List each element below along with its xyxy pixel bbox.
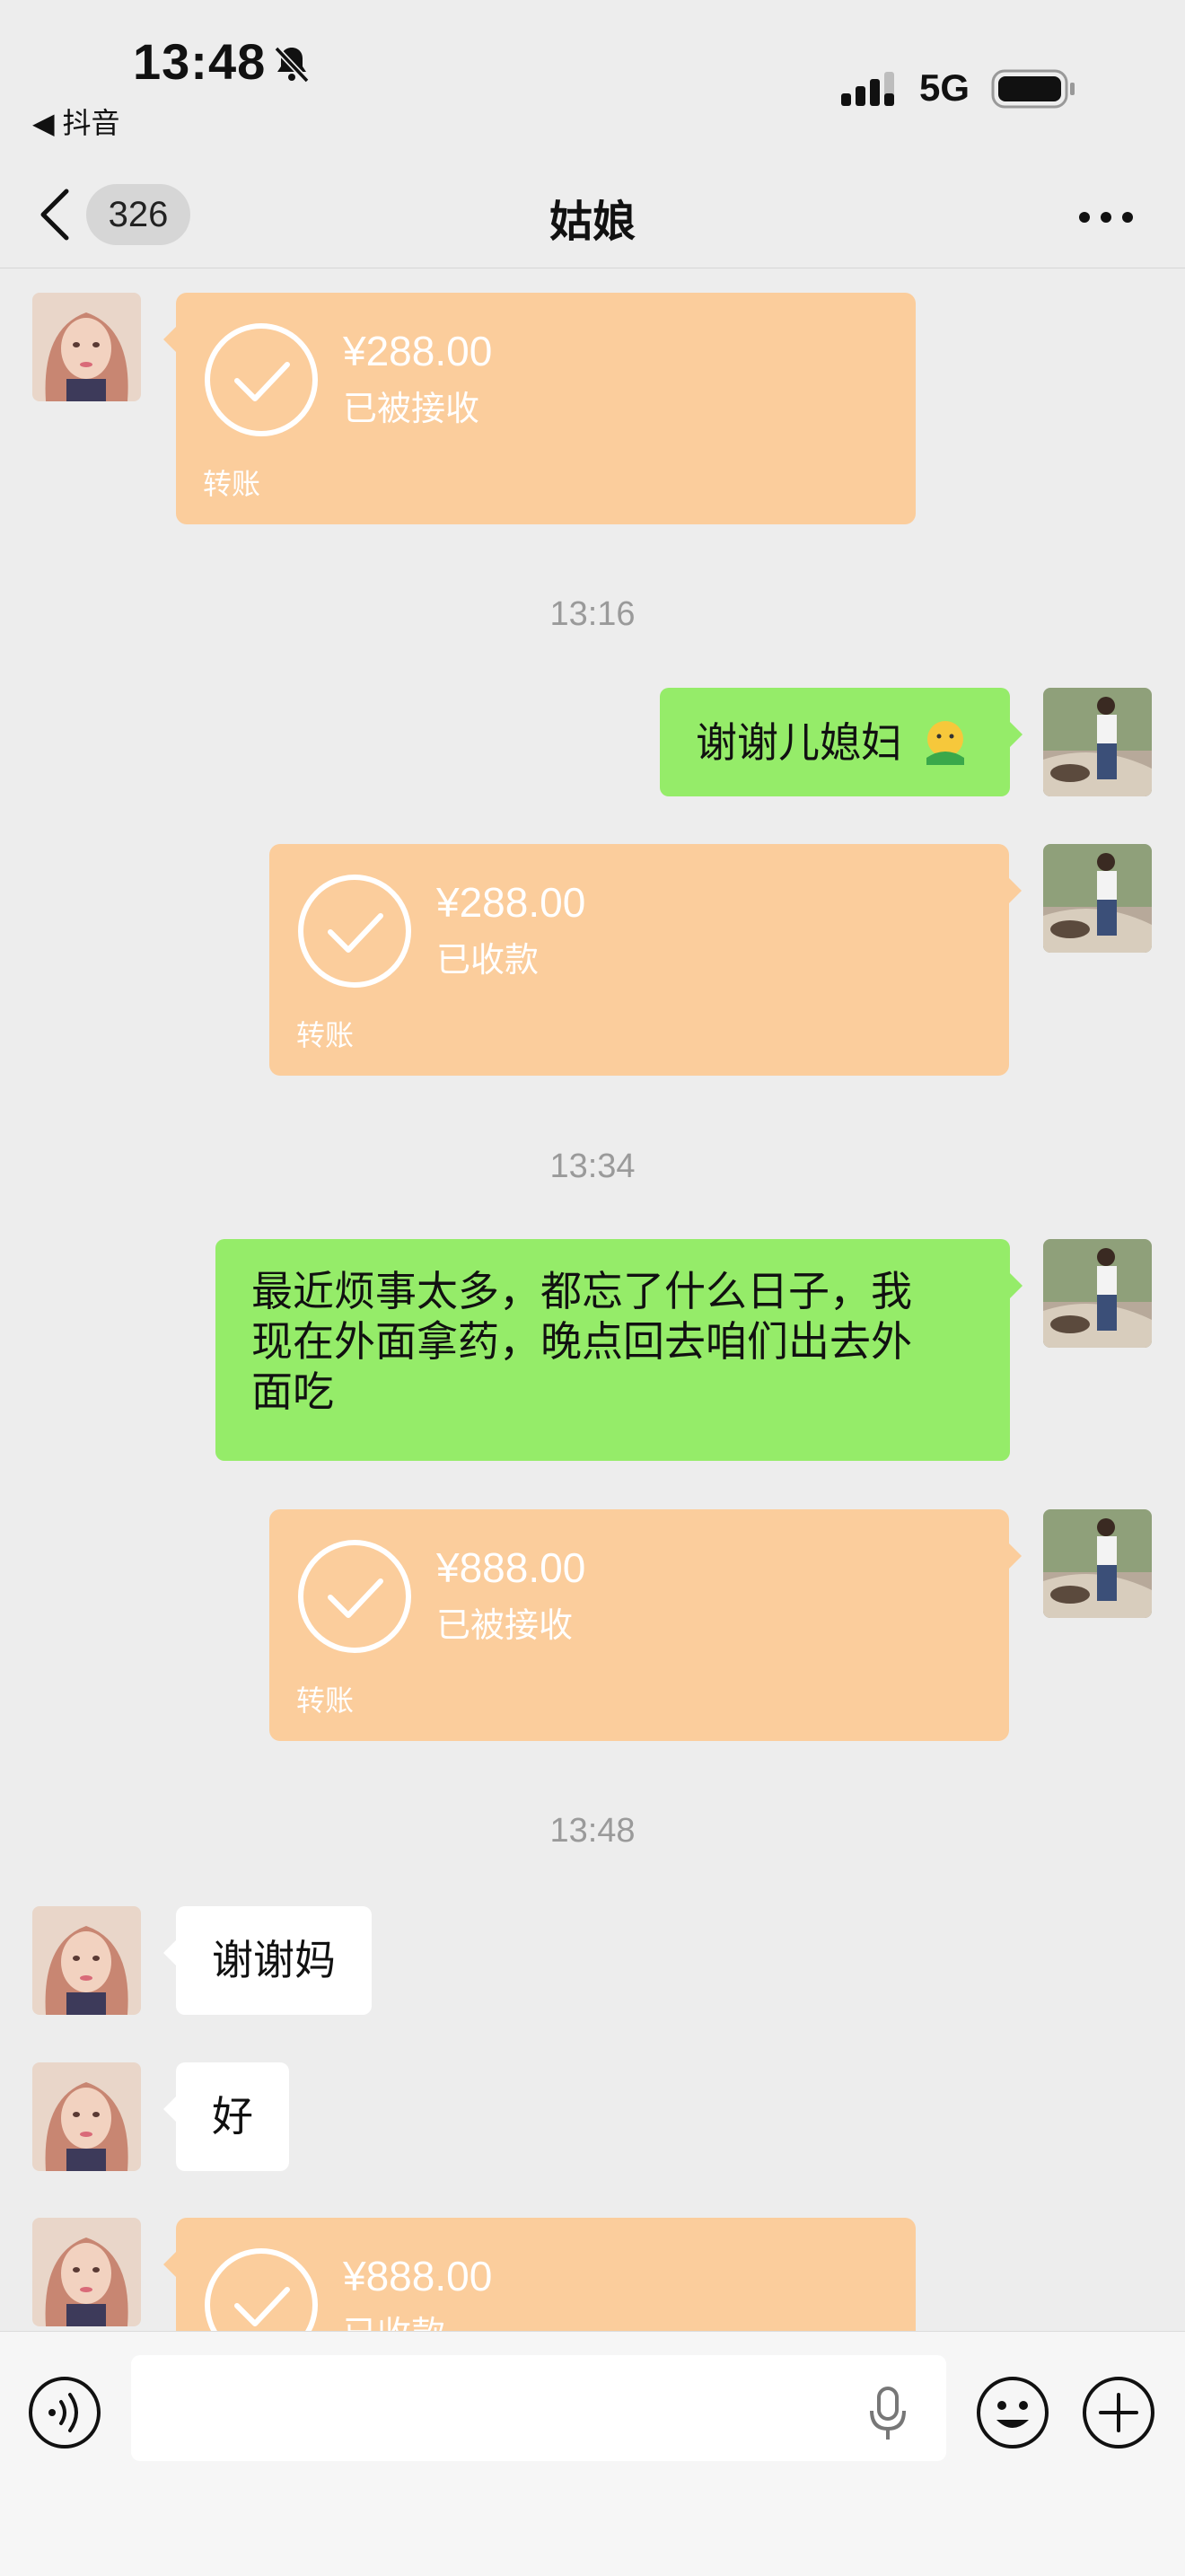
check-circle-icon — [296, 1538, 413, 1659]
face-with-hand-over-mouth-icon — [919, 715, 971, 778]
transfer-label: 转账 — [203, 468, 261, 500]
transfer-label: 转账 — [296, 1019, 355, 1051]
message-text: 谢谢妈 — [212, 1937, 336, 1983]
page-title: 姑娘 — [549, 198, 636, 246]
transfer-card[interactable]: ¥288.00 已收款 转账 — [269, 844, 1022, 1076]
emoji-icon[interactable] — [975, 2375, 1050, 2455]
timestamp: 13:16 — [549, 595, 636, 633]
self-avatar[interactable] — [1043, 1509, 1152, 1618]
self-avatar[interactable] — [1043, 844, 1152, 953]
contact-avatar[interactable] — [32, 293, 141, 401]
message-bubble-self[interactable]: 最近烦事太多，都忘了什么日子，我 现在外面拿药，晚点回去咱们出去外 面吃 — [215, 1239, 1023, 1461]
message-text-line: 现在外面拿药，晚点回去咱们出去外 — [251, 1318, 912, 1365]
check-circle-icon — [296, 873, 413, 994]
transfer-status: 已被接收 — [343, 391, 480, 428]
message-list[interactable]: ¥288.00 已被接收 转账 13:16 谢谢儿媳妇 ¥288.00 已收款 … — [0, 268, 1185, 2331]
back-to-app-link[interactable]: ◀ 抖音 — [32, 101, 120, 142]
bell-muted-icon — [271, 43, 312, 89]
status-time: 13:48 — [133, 33, 267, 90]
voice-icon[interactable] — [27, 2375, 102, 2455]
chat-header: 326 姑娘 — [0, 166, 1185, 268]
message-text-line: 最近烦事太多，都忘了什么日子，我 — [251, 1268, 912, 1314]
self-avatar[interactable] — [1043, 688, 1152, 796]
contact-avatar[interactable] — [32, 2218, 141, 2326]
network-type: 5G — [919, 66, 970, 109]
transfer-amount: ¥888.00 — [343, 2253, 493, 2299]
transfer-status: 已收款 — [436, 942, 540, 980]
transfer-label: 转账 — [296, 1684, 355, 1717]
transfer-card[interactable]: ¥888.00 已收款 转账 — [163, 2218, 916, 2331]
message-text: 好 — [212, 2093, 253, 2140]
microphone-icon[interactable] — [867, 2386, 908, 2448]
message-text: 谢谢儿媳妇 — [696, 719, 902, 767]
contact-avatar[interactable] — [32, 1906, 141, 2015]
transfer-amount: ¥288.00 — [343, 328, 493, 374]
more-icon[interactable] — [1077, 211, 1135, 228]
contact-avatar[interactable] — [32, 2062, 141, 2171]
plus-icon[interactable] — [1081, 2375, 1156, 2455]
transfer-status: 已收款 — [343, 2306, 445, 2331]
message-input[interactable] — [131, 2355, 946, 2461]
transfer-status: 已被接收 — [436, 1607, 574, 1645]
transfer-card[interactable]: ¥288.00 已被接收 转账 — [163, 293, 916, 524]
self-avatar[interactable] — [1043, 1239, 1152, 1348]
message-text-line: 面吃 — [251, 1368, 334, 1415]
transfer-amount: ¥888.00 — [436, 1544, 586, 1591]
message-bubble-self[interactable]: 谢谢儿媳妇 — [660, 688, 1023, 796]
status-bar: 13:48 ◀ 抖音 5G — [0, 0, 1185, 166]
timestamp: 13:34 — [549, 1147, 636, 1185]
input-bar — [0, 2331, 1185, 2576]
signal-icon — [841, 70, 904, 114]
transfer-card[interactable]: ¥888.00 已被接收 转账 — [269, 1509, 1022, 1741]
message-bubble-contact[interactable]: 谢谢妈 — [163, 1906, 372, 2015]
battery-icon — [991, 68, 1077, 114]
message-bubble-contact[interactable]: 好 — [163, 2062, 289, 2171]
timestamp: 13:48 — [549, 1812, 636, 1850]
check-circle-icon — [203, 321, 320, 443]
transfer-amount: ¥288.00 — [436, 879, 586, 926]
check-circle-icon — [203, 2246, 320, 2331]
